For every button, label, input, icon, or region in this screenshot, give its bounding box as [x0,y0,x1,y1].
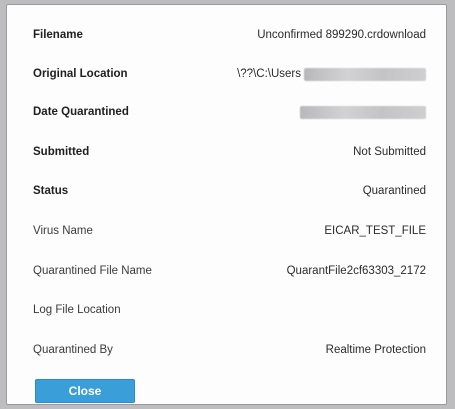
redacted-path-blur [304,67,426,81]
submitted-value: Not Submitted [353,146,426,158]
log-file-location-label: Log File Location [33,304,121,316]
date-quarantined-row: Date Quarantined [33,101,426,123]
date-quarantined-label: Date Quarantined [33,106,129,118]
original-location-value: \??\C:\Users [237,68,301,80]
quarantined-file-name-label: Quarantined File Name [33,265,152,277]
close-button[interactable]: Close [35,379,135,403]
filename-row: Filename Unconfirmed 899290.crdownload [33,24,426,46]
quarantined-by-label: Quarantined By [33,344,113,356]
submitted-row: Submitted Not Submitted [33,141,426,163]
original-location-label: Original Location [33,68,128,80]
log-file-location-row: Log File Location [33,299,426,321]
filename-value: Unconfirmed 899290.crdownload [257,29,426,41]
virus-name-value: EICAR_TEST_FILE [324,225,426,237]
original-location-value-group: \??\C:\Users [237,67,426,81]
quarantine-details-dialog: Filename Unconfirmed 899290.crdownload O… [6,4,447,405]
virus-name-row: Virus Name EICAR_TEST_FILE [33,220,426,242]
original-location-row: Original Location \??\C:\Users [33,63,426,85]
filename-label: Filename [33,29,83,41]
status-label: Status [33,185,69,197]
quarantined-by-value: Realtime Protection [325,344,426,356]
status-value: Quarantined [362,185,426,197]
quarantined-file-name-row: Quarantined File Name QuarantFile2cf6330… [33,260,426,282]
virus-name-label: Virus Name [33,225,93,237]
status-row: Status Quarantined [33,180,426,202]
submitted-label: Submitted [33,146,90,158]
quarantined-file-name-value: QuarantFile2cf63303_2172 [286,265,426,277]
redacted-date-blur [300,105,426,119]
quarantined-by-row: Quarantined By Realtime Protection [33,339,426,361]
